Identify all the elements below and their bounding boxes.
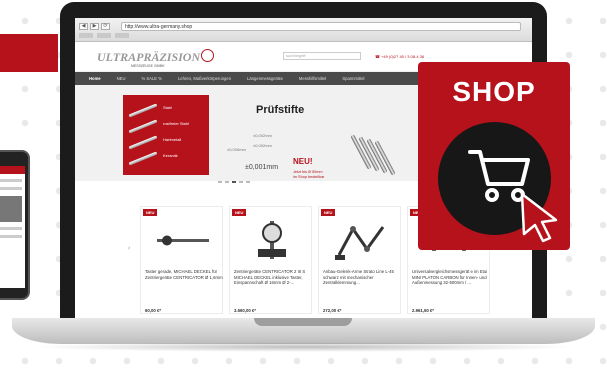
pin-rod-image: [128, 103, 158, 118]
probe-tip-image: [157, 235, 209, 246]
site-phone: ☎ +49 (0)27 45 / 3 08-4 36: [375, 54, 425, 59]
smartphone-device: [0, 150, 30, 300]
pin-rod-image: [128, 119, 158, 134]
menu-item-sale[interactable]: % SALE %: [141, 76, 161, 81]
pin-rod-image: [128, 135, 158, 150]
shop-label: SHOP: [452, 76, 536, 107]
mobile-text-line: [0, 227, 22, 230]
browser-toolbar: ◀ ▶ ⟳ http://www.ultra-germany.shop: [75, 18, 532, 42]
site-logo-subtitle: MESSZEUGE GMBH: [131, 64, 165, 68]
hero-neu-line: im Shop bestellbar: [293, 175, 325, 179]
address-bar[interactable]: http://www.ultra-germany.shop: [121, 22, 521, 31]
slider-dot[interactable]: [239, 181, 243, 183]
hero-spec-label: ±0,002mm: [253, 133, 272, 138]
mobile-header-bar: [0, 166, 25, 174]
hero-category-rostfrei: rostfreier Stahl: [163, 121, 190, 126]
new-badge: NEU: [143, 209, 158, 216]
product-title[interactable]: Taster gerade, MICHAEL DECKEL für Zentri…: [145, 269, 223, 280]
hero-spec-highlight: ±0,001mm: [245, 164, 279, 171]
slider-dot[interactable]: [225, 181, 229, 183]
menu-item-spannmittel[interactable]: Spannmittel: [342, 76, 364, 81]
joint-arms-image: [335, 226, 385, 260]
forward-icon[interactable]: ▶: [90, 23, 99, 30]
pin-rod-image: [128, 151, 158, 166]
laptop-shadow: [30, 342, 577, 352]
slider-dot-active[interactable]: [232, 181, 236, 183]
hero-slider-dots: [218, 181, 250, 183]
smartphone-screen: [0, 166, 25, 288]
hero-neu-subtext: Jetzt bis Ø 50mm im Shop bestellbar: [293, 170, 324, 180]
bookmark-item[interactable]: [115, 33, 129, 38]
reload-icon[interactable]: ⟳: [101, 23, 110, 30]
hero-spec-label: ±0,005mm: [227, 147, 246, 152]
menu-item-home[interactable]: Home: [89, 76, 101, 81]
product-price: 3.560,00 €*: [234, 308, 256, 313]
bookmark-item[interactable]: [79, 33, 93, 38]
menu-item-lehren[interactable]: Lehren, Maßverkörperungen: [178, 76, 231, 81]
product-price: 272,00 €*: [323, 308, 342, 313]
menu-item-laengenmessgeraete[interactable]: Längenmessgeräte: [247, 76, 283, 81]
product-price: 2.961,50 €*: [412, 308, 434, 313]
mobile-image: [0, 196, 22, 222]
pointer-cursor-icon: [520, 192, 558, 243]
product-title[interactable]: Anbau-Gelenk-Arme Strato Line L-45 schwa…: [323, 269, 401, 286]
new-badge: NEU: [321, 209, 336, 216]
mobile-text-line: [0, 179, 22, 182]
site-search-input[interactable]: suchbegriff: [283, 52, 361, 60]
hero-category-hartmetall: Hartmetall: [163, 137, 182, 142]
hero-neu-label: NEU!: [293, 157, 313, 166]
bookmarks-bar: [79, 33, 129, 38]
marketing-banner: ◀ ▶ ⟳ http://www.ultra-germany.shop ULTR…: [0, 0, 607, 370]
menu-item-neu[interactable]: NEU: [117, 76, 126, 81]
browser-nav-buttons: ◀ ▶ ⟳: [79, 23, 110, 30]
menu-item-messhilfsmittel[interactable]: Messhilfsmittel: [299, 76, 326, 81]
hero-title: Prüfstifte: [256, 104, 305, 116]
product-card[interactable]: NEU Zentriergeräte CENTRICATOR 2 III S M…: [229, 206, 312, 314]
slider-dot[interactable]: [218, 181, 222, 183]
slider-dot[interactable]: [246, 181, 250, 183]
centricator-image: [258, 221, 286, 259]
red-accent-band: [0, 34, 58, 72]
mobile-text-line: [0, 235, 22, 238]
logo-seal-icon: [201, 49, 214, 62]
product-title[interactable]: Zentriergeräte CENTRICATOR 2 III S MICHA…: [234, 269, 312, 286]
hero-category-stahl: Stahl: [163, 105, 173, 110]
pin-gauges-image: [350, 133, 396, 176]
back-icon[interactable]: ◀: [79, 23, 88, 30]
new-badge: NEU: [232, 209, 247, 216]
product-card[interactable]: NEU Anbau-Gelenk-Arme Strato Line L-45 s…: [318, 206, 401, 314]
mobile-text-line: [0, 187, 22, 190]
bookmark-item[interactable]: [97, 33, 111, 38]
hero-spec-label: ±0,002mm: [253, 143, 272, 148]
product-card[interactable]: NEU Taster gerade, MICHAEL DECKEL für Ze…: [140, 206, 223, 314]
hero-category-panel: Stahl rostfreier Stahl Hartmetall Kerami…: [123, 95, 209, 175]
product-title[interactable]: Universalvergleichsmessgerät e im Etui M…: [412, 269, 490, 286]
laptop-hinge-notch: [254, 318, 352, 326]
hero-category-keramik: Keramik: [163, 153, 178, 158]
site-logo[interactable]: ULTRAPRÄZISION: [97, 50, 200, 65]
product-price: 60,00 €*: [145, 308, 162, 313]
